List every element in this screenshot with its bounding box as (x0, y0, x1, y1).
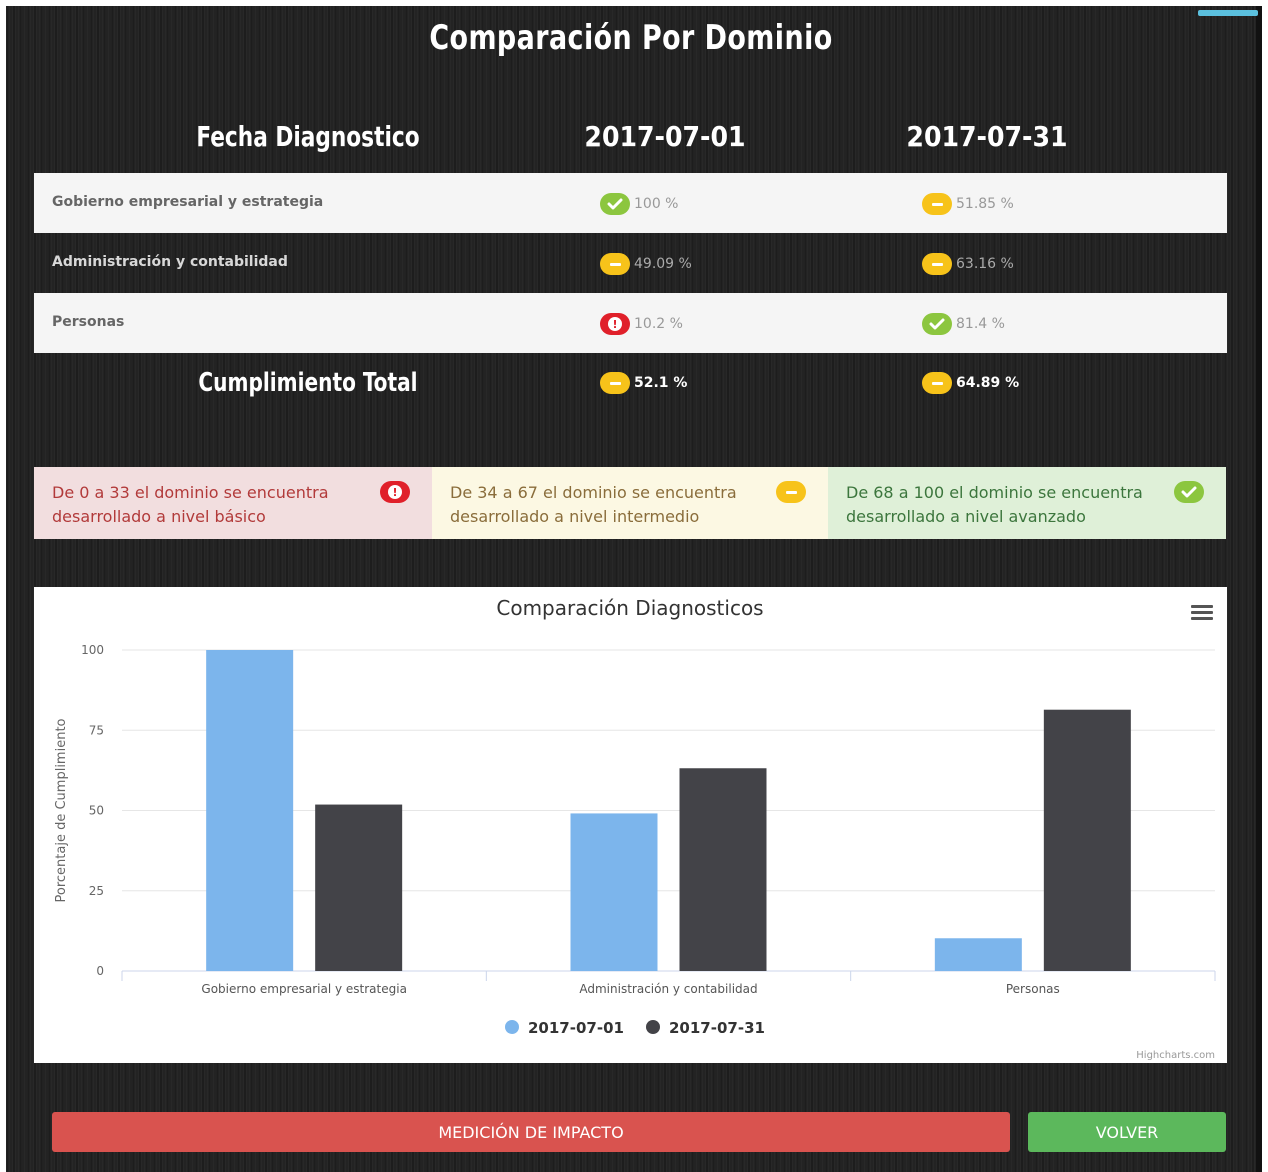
table-header-label: Fecha Diagnostico (196, 120, 420, 153)
bar (679, 768, 767, 971)
y-axis-label: Porcentaje de Cumplimiento (54, 718, 69, 902)
page-title: Comparación Por Dominio (429, 18, 833, 58)
total-label: Cumplimiento Total (198, 368, 418, 398)
legend-basic: De 0 a 33 el dominio se encuentra desarr… (34, 467, 432, 539)
hamburger-menu-icon[interactable] (1191, 605, 1213, 623)
value-text: 81.4 % (956, 316, 1005, 332)
check-icon (922, 313, 952, 335)
legend-item: 2017-07-01 (528, 1019, 624, 1037)
row-label: Personas (52, 314, 125, 330)
value-text: 51.85 % (956, 196, 1014, 212)
exclamation-icon: ! (600, 313, 630, 335)
minus-icon (600, 253, 630, 275)
row-value-date-2: 51.85 % (922, 193, 1014, 215)
minus-icon (776, 481, 806, 503)
y-tick-label: 100 (81, 643, 104, 657)
y-tick-label: 50 (89, 804, 104, 818)
chart-svg: Comparación Diagnosticos 0 25 50 75 100 Porcen… (54, 596, 1216, 1061)
total-value-date-1: 52.1 % (600, 372, 687, 394)
legend-advanced-text: De 68 a 100 el dominio se encuentra desa… (846, 483, 1143, 526)
bar (570, 813, 658, 971)
value-text: 64.89 % (956, 375, 1020, 391)
table-row: Administración y contabilidad 49.09 % 63… (34, 233, 1227, 293)
row-value-date-2: 63.16 % (922, 253, 1014, 275)
y-tick-label: 25 (89, 884, 104, 898)
back-button[interactable]: VOLVER (1028, 1112, 1226, 1152)
value-text: 52.1 % (634, 375, 688, 391)
table-header-date-2: 2017-07-31 (906, 120, 1068, 153)
row-value-date-1: 49.09 % (600, 253, 692, 275)
check-icon (1174, 481, 1204, 503)
legend-marker (505, 1020, 519, 1034)
table-header-date-1: 2017-07-01 (584, 120, 746, 153)
x-tick-label: Gobierno empresarial y estrategia (201, 982, 407, 996)
row-label: Gobierno empresarial y estrategia (52, 194, 324, 210)
row-label: Administración y contabilidad (52, 254, 288, 270)
chart-title: Comparación Diagnosticos (496, 596, 763, 620)
legend-item: 2017-07-31 (669, 1019, 765, 1037)
chart-credits: Highcharts.com (1136, 1050, 1215, 1061)
bar (206, 650, 294, 971)
check-icon (600, 193, 630, 215)
y-tick-label: 0 (96, 964, 104, 978)
row-value-date-2: 81.4 % (922, 313, 1005, 335)
minus-icon (922, 372, 952, 394)
table-row: Personas ! 10.2 % 81.4 % (34, 293, 1227, 353)
scroll-accent (1198, 10, 1258, 16)
comparison-chart: Comparación Diagnosticos 0 25 50 75 100 Porcen… (34, 587, 1227, 1063)
value-text: 49.09 % (634, 256, 692, 272)
row-value-date-1: 100 % (600, 193, 678, 215)
bar (315, 804, 403, 971)
value-text: 10.2 % (634, 316, 683, 332)
legend-intermediate-text: De 34 a 67 el dominio se encuentra desar… (450, 483, 737, 526)
minus-icon (600, 372, 630, 394)
row-value-date-1: ! 10.2 % (600, 313, 683, 335)
legend-basic-text: De 0 a 33 el dominio se encuentra desarr… (52, 483, 329, 526)
y-tick-label: 75 (89, 723, 104, 737)
bar (934, 938, 1022, 971)
exclamation-icon: ! (380, 481, 410, 503)
table-row: Gobierno empresarial y estrategia 100 % … (34, 173, 1227, 233)
value-text: 100 % (634, 196, 679, 212)
impact-measurement-button[interactable]: MEDICIÓN DE IMPACTO (52, 1112, 1010, 1152)
minus-icon (922, 253, 952, 275)
legend-marker (646, 1020, 660, 1034)
value-text: 63.16 % (956, 256, 1014, 272)
total-value-date-2: 64.89 % (922, 372, 1019, 394)
x-tick-label: Administración y contabilidad (579, 982, 757, 996)
x-tick-label: Personas (1006, 982, 1060, 996)
legend-intermediate: De 34 a 67 el dominio se encuentra desar… (432, 467, 828, 539)
bar (1043, 709, 1131, 971)
minus-icon (922, 193, 952, 215)
legend-advanced: De 68 a 100 el dominio se encuentra desa… (828, 467, 1226, 539)
